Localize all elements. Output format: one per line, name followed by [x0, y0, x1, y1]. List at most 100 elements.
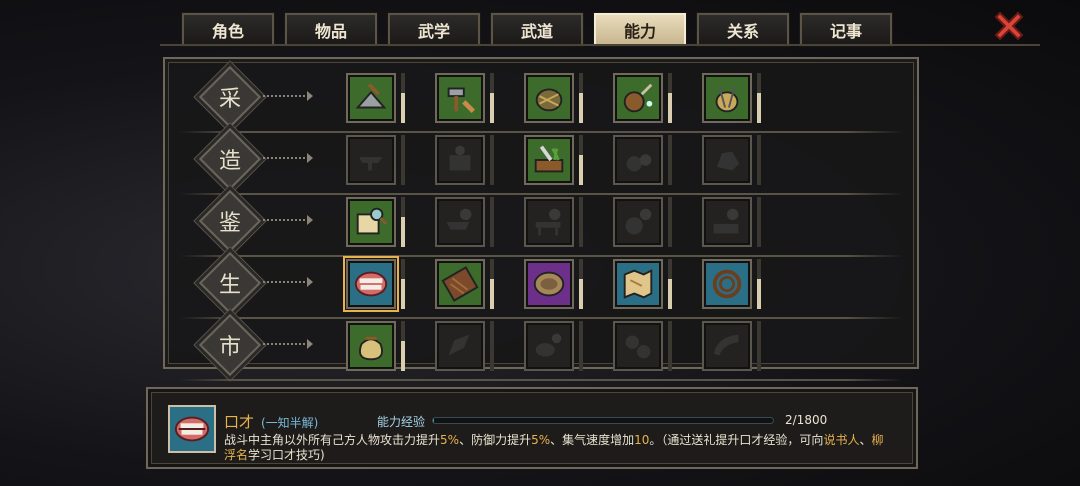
- skill-slot: [346, 135, 405, 187]
- tab-divider: [160, 44, 1040, 46]
- skill-level-gauge: [401, 73, 405, 123]
- skill-slot: [524, 135, 583, 187]
- skill-slot: [702, 259, 761, 311]
- skill-slot: [524, 259, 583, 311]
- description-text: 、防御力提升: [459, 433, 532, 447]
- tab-0[interactable]: 角色: [181, 12, 275, 47]
- skill-slot: [346, 73, 405, 125]
- gears-icon[interactable]: [613, 321, 663, 371]
- skill-slot: [524, 197, 583, 249]
- mouth-icon: [168, 405, 216, 453]
- skill-slot: [435, 259, 494, 311]
- money-bag-icon[interactable]: [346, 321, 396, 371]
- map-icon[interactable]: [613, 259, 663, 309]
- mouth-icon[interactable]: [343, 256, 399, 312]
- skill-slot: [613, 321, 672, 373]
- skill-slot: [435, 321, 494, 373]
- skill-level-gauge: [490, 197, 494, 247]
- skill-slot: [613, 73, 672, 125]
- skill-row: 造: [165, 127, 917, 195]
- skill-level-gauge: [401, 135, 405, 185]
- close-icon[interactable]: [990, 8, 1028, 46]
- skill-level-gauge: [401, 197, 405, 247]
- spice-bowl-icon[interactable]: [524, 321, 574, 371]
- tab-2[interactable]: 武学: [387, 12, 481, 47]
- basket-icon[interactable]: [524, 73, 574, 123]
- skill-row: 生: [165, 251, 917, 319]
- skill-level-gauge: [757, 321, 761, 371]
- skill-slot: [524, 73, 583, 125]
- chocolate-icon[interactable]: [435, 259, 485, 309]
- skill-level-gauge: [668, 73, 672, 123]
- tab-5[interactable]: 关系: [696, 12, 790, 47]
- description-text: 、集气速度增加: [550, 433, 635, 447]
- skill-level-gauge: [757, 259, 761, 309]
- bowl-icon[interactable]: [524, 259, 574, 309]
- skill-level-gauge: [668, 197, 672, 247]
- skill-grid-panel: 采造鉴生市: [163, 57, 919, 381]
- skill-level-gauge: [490, 259, 494, 309]
- scroll-magnifier-icon[interactable]: [346, 197, 396, 247]
- anvil-magnifier-icon[interactable]: [435, 197, 485, 247]
- skill-slot: [343, 256, 405, 312]
- skill-slot: [702, 321, 761, 373]
- skill-info-panel: 口才 (一知半解) 能力经验 2/1800 战斗中主角以外所有己方人物攻击力提升…: [146, 387, 918, 469]
- table-magnifier-icon[interactable]: [524, 197, 574, 247]
- cauldron-icon[interactable]: [613, 135, 663, 185]
- highlight-text: 10: [634, 433, 650, 447]
- skill-slot: [702, 73, 761, 125]
- hammer-axe-icon[interactable]: [435, 73, 485, 123]
- stone-magnifier-icon[interactable]: [702, 197, 752, 247]
- skill-slot: [702, 135, 761, 187]
- highlight-text: 5%: [440, 433, 460, 447]
- description-text: 战斗中主角以外所有己方人物攻击力提升: [224, 433, 441, 447]
- skill-level-gauge: [490, 73, 494, 123]
- skill-slot: [613, 197, 672, 249]
- skill-slot: [346, 321, 405, 373]
- category-arrow: [263, 215, 313, 225]
- yarn-icon[interactable]: [702, 73, 752, 123]
- stove-icon[interactable]: [435, 135, 485, 185]
- hand-icon[interactable]: [435, 321, 485, 371]
- skill-level-gauge: [490, 321, 494, 371]
- exp-progress-bar: [432, 417, 774, 424]
- description-text: 学习口才技巧): [248, 448, 325, 462]
- knife-herb-icon[interactable]: [524, 135, 574, 185]
- tab-6[interactable]: 记事: [799, 12, 893, 47]
- mining-icon[interactable]: [346, 73, 396, 123]
- skill-level-gauge: [668, 321, 672, 371]
- skill-level-gauge: [579, 259, 583, 309]
- whip-icon[interactable]: [702, 259, 752, 309]
- tab-3[interactable]: 武道: [490, 12, 584, 47]
- horn-icon[interactable]: [702, 321, 752, 371]
- skill-row: 采: [165, 65, 917, 133]
- skill-slot: [524, 321, 583, 373]
- skill-slot: [346, 197, 405, 249]
- category-arrow: [263, 339, 313, 349]
- anvil-icon[interactable]: [346, 135, 396, 185]
- gourd-icon[interactable]: [613, 73, 663, 123]
- tab-1[interactable]: 物品: [284, 12, 378, 47]
- skill-description: 战斗中主角以外所有己方人物攻击力提升5%、防御力提升5%、集气速度增加10。（通…: [224, 433, 892, 463]
- skill-slot: [613, 259, 672, 311]
- skill-level-gauge: [490, 135, 494, 185]
- pot-magnifier-icon[interactable]: [613, 197, 663, 247]
- category-label: 市: [218, 335, 241, 360]
- ore-icon[interactable]: [702, 135, 752, 185]
- category-label: 鉴: [218, 211, 241, 236]
- skill-level-gauge: [668, 135, 672, 185]
- skill-level-gauge: [757, 73, 761, 123]
- skill-level-gauge: [668, 259, 672, 309]
- skill-level-gauge: [579, 73, 583, 123]
- category-label: 造: [218, 149, 241, 174]
- skill-slot: [435, 197, 494, 249]
- category-label: 生: [218, 273, 241, 298]
- exp-value: 2/1800: [785, 413, 828, 427]
- exp-label: 能力经验: [377, 415, 426, 429]
- skill-slot: [702, 197, 761, 249]
- tab-4[interactable]: 能力: [593, 12, 687, 47]
- skill-level-gauge: [757, 197, 761, 247]
- skill-slot: [435, 73, 494, 125]
- category-arrow: [263, 91, 313, 101]
- skill-name: 口才: [224, 413, 255, 431]
